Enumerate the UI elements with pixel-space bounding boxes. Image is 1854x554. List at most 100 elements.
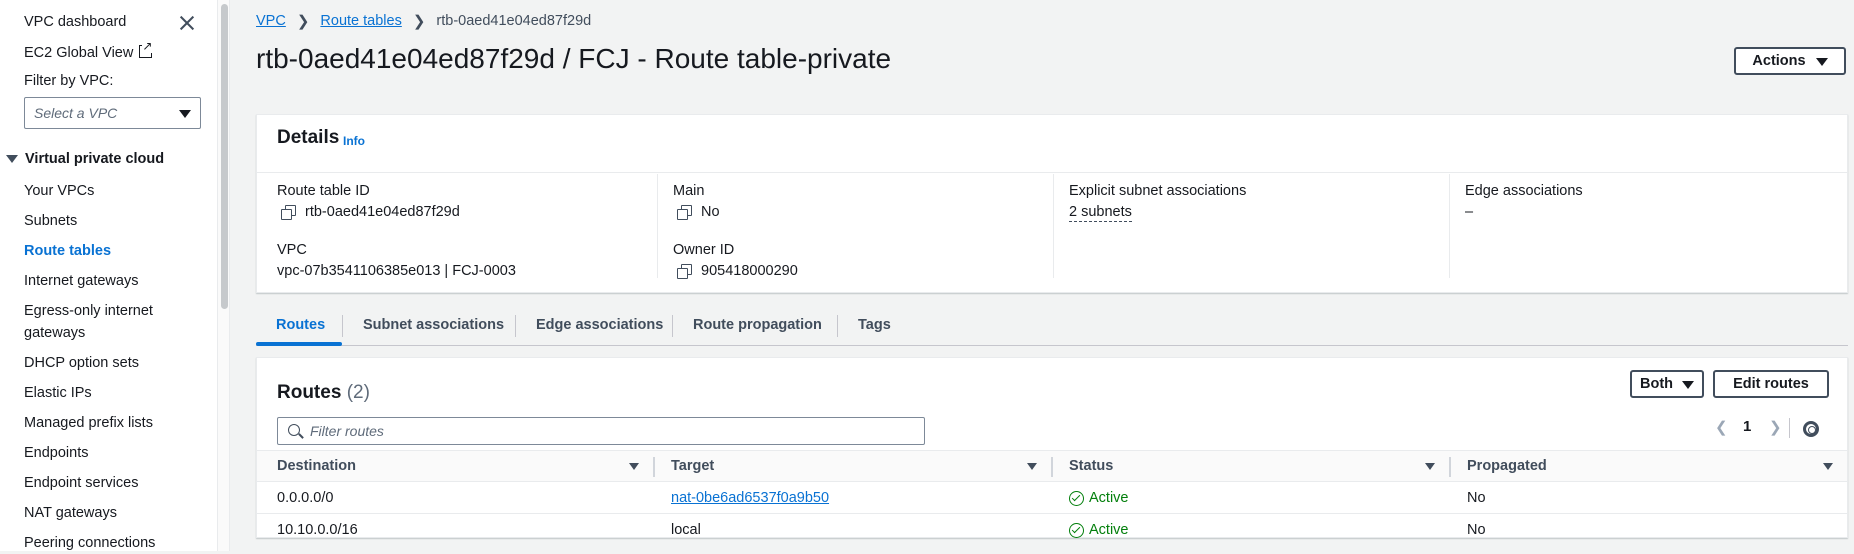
col-status[interactable]: Status xyxy=(1069,458,1113,474)
breadcrumb-current: rtb-0aed41e04ed87f29d xyxy=(436,13,592,29)
cell-target: nat-0be6ad6537f0a9b50 xyxy=(671,490,829,506)
sidebar-item-subnets[interactable]: Subnets xyxy=(24,210,77,232)
details-col-4: Edge associations – xyxy=(1465,183,1583,220)
col-propagated[interactable]: Propagated xyxy=(1467,458,1547,474)
vpc-label: VPC xyxy=(277,242,307,258)
sidebar-item-elastic-ips[interactable]: Elastic IPs xyxy=(24,382,92,404)
target-link[interactable]: nat-0be6ad6537f0a9b50 xyxy=(671,490,829,506)
chevron-right-icon[interactable]: ❯ xyxy=(1769,418,1782,436)
divider xyxy=(657,174,658,278)
column-resizer[interactable] xyxy=(653,457,655,477)
cell-destination: 10.10.0.0/16 xyxy=(277,522,358,538)
filter-routes-input[interactable]: Filter routes xyxy=(277,417,925,445)
sort-caret-icon[interactable] xyxy=(1823,463,1833,470)
vpc-dashboard-link[interactable]: VPC dashboard xyxy=(24,14,126,30)
sidebar-item-nat-gateways[interactable]: NAT gateways xyxy=(24,502,117,524)
page-number[interactable]: 1 xyxy=(1743,418,1751,435)
col-target[interactable]: Target xyxy=(671,458,714,474)
external-link-icon xyxy=(139,39,153,58)
details-col-3: Explicit subnet associations 2 subnets xyxy=(1069,183,1246,222)
ec2-global-view-link[interactable]: EC2 Global View xyxy=(24,39,153,61)
tab-routes[interactable]: Routes xyxy=(276,317,325,333)
copy-icon[interactable] xyxy=(677,205,692,220)
edge-associations-value: – xyxy=(1465,204,1474,220)
routes-heading: Routes (2) xyxy=(277,382,370,404)
route-table-id-text: rtb-0aed41e04ed87f29d xyxy=(305,204,460,220)
sidebar-item-egress-only[interactable]: Egress-only internet xyxy=(24,300,153,322)
divider xyxy=(1053,174,1054,278)
column-resizer[interactable] xyxy=(1051,457,1053,477)
filter-placeholder: Filter routes xyxy=(310,423,384,439)
divider xyxy=(257,172,1847,173)
breadcrumb: VPC ❯ Route tables ❯ rtb-0aed41e04ed87f2… xyxy=(256,12,591,30)
details-col-1: Route table ID rtb-0aed41e04ed87f29d VPC… xyxy=(277,183,516,279)
sidebar-item-internet-gateways[interactable]: Internet gateways xyxy=(24,270,138,292)
divider xyxy=(342,315,343,337)
table-header: Destination Target Status Propagated xyxy=(257,450,1847,482)
breadcrumb-route-tables[interactable]: Route tables xyxy=(320,13,401,29)
sidebar-item-your-vpcs[interactable]: Your VPCs xyxy=(24,180,94,202)
sort-caret-icon[interactable] xyxy=(1027,463,1037,470)
tab-subnet-associations[interactable]: Subnet associations xyxy=(363,317,504,333)
routes-panel: Routes (2) Both Edit routes Filter route… xyxy=(256,357,1848,538)
sort-caret-icon[interactable] xyxy=(629,463,639,470)
details-heading: Details xyxy=(277,127,340,148)
caret-down-icon xyxy=(1815,58,1828,66)
sidebar-item-endpoint-services[interactable]: Endpoint services xyxy=(24,472,138,494)
info-link[interactable]: Info xyxy=(343,134,365,148)
chevron-right-icon: ❯ xyxy=(296,13,310,30)
copy-icon[interactable] xyxy=(281,205,296,220)
sidebar-item-dhcp[interactable]: DHCP option sets xyxy=(24,352,139,374)
cell-status: Active xyxy=(1069,490,1129,506)
chevron-left-icon[interactable]: ❮ xyxy=(1715,418,1728,436)
check-circle-icon xyxy=(1069,522,1084,538)
divider xyxy=(515,315,516,337)
actions-button[interactable]: Actions xyxy=(1734,47,1846,75)
cell-propagated: No xyxy=(1467,522,1486,538)
route-table-id-label: Route table ID xyxy=(277,183,370,199)
gear-icon[interactable] xyxy=(1803,421,1819,437)
ec2-global-view-label: EC2 Global View xyxy=(24,45,134,61)
sidebar-item-egress-only-cont[interactable]: gateways xyxy=(24,322,85,344)
tab-edge-associations[interactable]: Edge associations xyxy=(536,317,663,333)
owner-id-label: Owner ID xyxy=(673,242,735,258)
sidebar-item-endpoints[interactable]: Endpoints xyxy=(24,442,89,464)
edit-routes-button[interactable]: Edit routes xyxy=(1713,370,1829,398)
chevron-right-icon: ❯ xyxy=(412,13,426,30)
table-row[interactable]: 10.10.0.0/16 local Active No xyxy=(257,514,1847,546)
tab-tags[interactable]: Tags xyxy=(858,317,891,333)
divider xyxy=(1449,174,1450,278)
explicit-subnet-text[interactable]: 2 subnets xyxy=(1069,204,1132,222)
status-text: Active xyxy=(1089,490,1129,506)
explicit-subnet-value[interactable]: 2 subnets xyxy=(1069,204,1246,222)
details-panel: Details Info Route table ID rtb-0aed41e0… xyxy=(256,114,1848,293)
search-icon xyxy=(288,424,300,436)
sidebar-item-prefix-lists[interactable]: Managed prefix lists xyxy=(24,412,153,434)
tab-bar: Routes Subnet associations Edge associat… xyxy=(256,306,1848,346)
main-value: No xyxy=(673,204,798,220)
page-title: rtb-0aed41e04ed87f29d / FCJ - Route tabl… xyxy=(256,43,892,74)
close-icon[interactable] xyxy=(178,14,196,32)
table-row[interactable]: 0.0.0.0/0 nat-0be6ad6537f0a9b50 Active N… xyxy=(257,482,1847,514)
scrollbar-thumb[interactable] xyxy=(221,4,228,309)
vpc-filter-select[interactable]: Select a VPC xyxy=(24,97,201,129)
both-label: Both xyxy=(1639,376,1673,392)
routes-title: Routes xyxy=(277,382,342,403)
sort-caret-icon[interactable] xyxy=(1425,463,1435,470)
vpc-link[interactable]: vpc-07b3541106385e013 | FCJ-0003 xyxy=(277,263,516,279)
cell-target: local xyxy=(671,522,701,538)
main-label: Main xyxy=(673,183,705,199)
copy-icon[interactable] xyxy=(677,264,692,279)
column-resizer[interactable] xyxy=(1449,457,1451,477)
breadcrumb-vpc[interactable]: VPC xyxy=(256,13,286,29)
tab-route-propagation[interactable]: Route propagation xyxy=(693,317,822,333)
cell-propagated: No xyxy=(1467,490,1486,506)
col-destination[interactable]: Destination xyxy=(277,458,356,474)
section-virtual-private-cloud[interactable]: Virtual private cloud xyxy=(6,151,164,167)
filter-vpc-label: Filter by VPC: xyxy=(24,73,114,89)
check-circle-icon xyxy=(1069,490,1084,506)
sidebar-item-route-tables[interactable]: Route tables xyxy=(24,240,111,262)
sidebar-scrollbar[interactable] xyxy=(218,0,230,551)
both-select[interactable]: Both xyxy=(1630,370,1704,398)
tab-active-indicator xyxy=(256,342,342,346)
